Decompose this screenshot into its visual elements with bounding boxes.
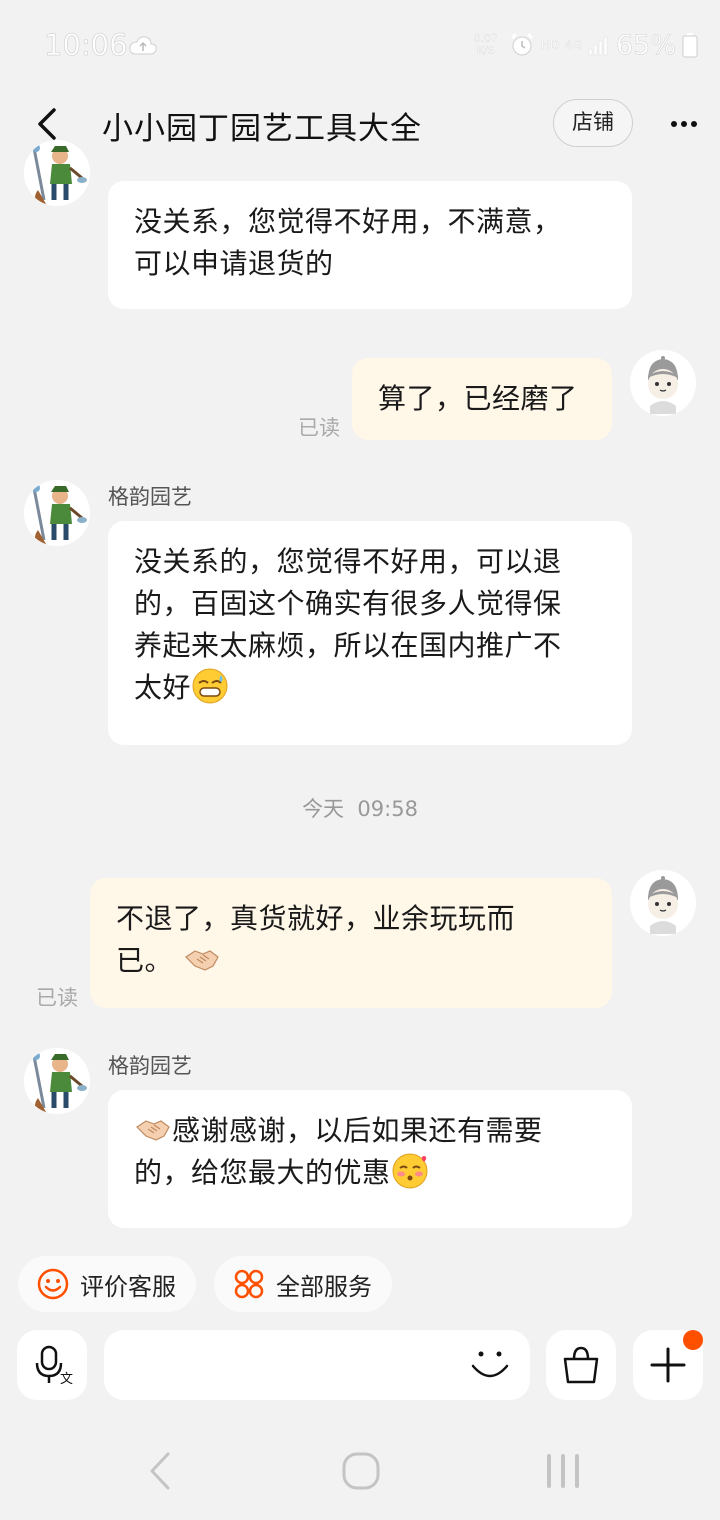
- handshake-emoji: [136, 1120, 170, 1141]
- network-type: 4G: [565, 38, 582, 52]
- status-bar: 10:06 0.07 K/S HD 4G 65%: [0, 0, 720, 90]
- blushing-kiss-emoji: [392, 1153, 428, 1189]
- seller-message-bubble[interactable]: 没关系，您觉得不好用，不满意， 可以申请退货的: [108, 181, 632, 309]
- cloud-sync-icon: [129, 36, 157, 55]
- buyer-message-bubble[interactable]: 不退了，真货就好，业余玩玩而 已。: [90, 878, 612, 1008]
- shop-button[interactable]: 店铺: [553, 99, 633, 147]
- notification-dot: [683, 1330, 703, 1350]
- read-receipt: 已读: [36, 986, 78, 1010]
- seller-message-bubble[interactable]: 没关系的，您觉得不好用，可以退 的，百固这个确实有很多人觉得保 养起来太麻烦，所…: [108, 521, 632, 745]
- seller-message-bubble[interactable]: 感谢感谢，以后如果还有需要 的，给您最大的优惠: [108, 1090, 632, 1228]
- buyer-message-bubble[interactable]: 算了，已经磨了: [352, 358, 612, 440]
- products-button[interactable]: [546, 1330, 616, 1400]
- services-icon: [234, 1269, 264, 1299]
- seller-avatar[interactable]: [24, 480, 90, 546]
- chat-header: 小小园丁园艺工具大全 店铺: [0, 90, 720, 160]
- alarm-icon: [510, 32, 533, 56]
- nav-home-icon[interactable]: [340, 1450, 382, 1492]
- message-input[interactable]: [104, 1330, 530, 1400]
- nav-recents-icon[interactable]: [544, 1450, 582, 1492]
- buyer-avatar[interactable]: [630, 870, 696, 936]
- sender-name: 格韵园艺: [108, 1054, 192, 1078]
- voice-input-button[interactable]: 文: [17, 1330, 87, 1400]
- plus-icon: [650, 1347, 686, 1383]
- smiley-icon: [37, 1268, 69, 1300]
- voice-translate-icon: 文: [35, 1345, 73, 1387]
- message-input-bar: 文: [0, 1322, 720, 1408]
- sender-name: 格韵园艺: [108, 485, 192, 509]
- shopping-bag-icon: [563, 1346, 599, 1384]
- seller-avatar[interactable]: [24, 140, 90, 206]
- more-options-icon[interactable]: [664, 104, 704, 144]
- nav-back-icon[interactable]: [144, 1450, 178, 1492]
- signal-icon: [588, 36, 608, 56]
- system-nav-bar: [0, 1430, 720, 1520]
- page-title: 小小园丁园艺工具大全: [102, 111, 422, 147]
- all-services-label: 全部服务: [276, 1272, 372, 1301]
- hd-label: HD: [540, 38, 560, 52]
- seller-avatar[interactable]: [24, 1048, 90, 1114]
- network-speed: 0.07 K/S: [473, 32, 499, 57]
- read-receipt: 已读: [298, 416, 340, 440]
- emoji-smile-icon[interactable]: [468, 1340, 512, 1390]
- svg-text:文: 文: [60, 1372, 73, 1387]
- status-time: 10:06: [44, 28, 128, 63]
- battery-icon: [682, 33, 698, 58]
- sweat-smile-emoji: [192, 668, 228, 704]
- handshake-emoji: [185, 950, 219, 971]
- buyer-avatar[interactable]: [630, 350, 696, 416]
- battery-percent: 65%: [615, 29, 677, 61]
- message-timestamp: 今天 09:58: [302, 797, 418, 821]
- rate-service-button[interactable]: 评价客服: [18, 1256, 196, 1312]
- rate-service-label: 评价客服: [80, 1272, 176, 1301]
- all-services-button[interactable]: 全部服务: [214, 1256, 392, 1312]
